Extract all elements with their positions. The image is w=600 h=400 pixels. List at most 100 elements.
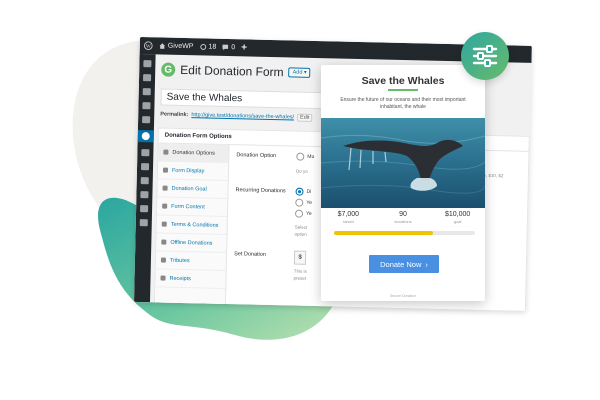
- tribute-icon: [160, 257, 167, 263]
- stat-label: raised: [342, 219, 354, 224]
- menu-item-icon[interactable]: [142, 102, 151, 110]
- updates-link[interactable]: 18: [199, 43, 217, 51]
- plus-icon: +: [241, 42, 248, 54]
- site-name-link[interactable]: GiveWP: [159, 42, 194, 50]
- stat-donations: 90 donations: [378, 211, 428, 224]
- tab-label: Donation Goal: [171, 185, 207, 193]
- menu-item-give-icon[interactable]: [137, 129, 154, 143]
- tab-label: Offline Donations: [170, 239, 213, 247]
- options-tabs: Donation Options Form Display Donation G…: [154, 143, 230, 308]
- settings-sliders-icon: [461, 32, 509, 80]
- recurring-radio[interactable]: Ye: [295, 198, 313, 207]
- tab-label: Terms & Conditions: [170, 221, 219, 229]
- menu-item-icon[interactable]: [139, 219, 148, 227]
- display-icon: [162, 167, 169, 173]
- tab-donation-goal[interactable]: Donation Goal: [157, 179, 228, 200]
- comments-icon: [222, 44, 229, 51]
- option-label: Di: [306, 188, 312, 195]
- updates-count: 18: [208, 43, 217, 51]
- recurring-radio[interactable]: Di: [295, 187, 312, 196]
- receipt-icon: [160, 275, 166, 281]
- checkbox-icon: [161, 221, 167, 227]
- wallet-icon: [161, 239, 167, 245]
- title-underline: [388, 89, 418, 91]
- menu-item-icon[interactable]: [141, 149, 150, 157]
- page-header: G Edit Donation Form Add ▾: [161, 62, 311, 79]
- menu-item-icon[interactable]: [143, 74, 152, 82]
- field-hint: preset: [293, 275, 307, 281]
- donation-form-card: Save the Whales Ensure the future of our…: [321, 65, 485, 301]
- tab-form-content[interactable]: Form Content: [156, 197, 228, 218]
- comments-link[interactable]: 0: [222, 44, 235, 51]
- permalink-label: Permalink:: [160, 111, 189, 119]
- donation-stats: $7,000 raised 90 donations $10,000 goal: [321, 211, 485, 224]
- progress-fill: [334, 231, 433, 235]
- permalink-url[interactable]: http://give.test/donations/save-the-whal…: [191, 112, 294, 120]
- field-hint: option: [294, 231, 307, 237]
- recurring-radio[interactable]: Ye: [294, 209, 312, 218]
- stat-value: 90: [399, 211, 407, 218]
- add-new-button[interactable]: Add ▾: [288, 67, 311, 78]
- tab-label: Form Content: [171, 203, 205, 211]
- currency-symbol: $: [293, 250, 307, 265]
- whale-tail-image: [321, 118, 485, 208]
- wordpress-icon[interactable]: W: [143, 41, 153, 51]
- donation-option-label: Donation Option: [236, 152, 277, 160]
- tab-tributes[interactable]: Tributes: [155, 251, 227, 272]
- option-label: Ye: [306, 199, 313, 206]
- donate-now-button[interactable]: Donate Now ›: [369, 255, 439, 273]
- menu-item-icon[interactable]: [140, 177, 149, 185]
- chevron-right-icon: ›: [425, 259, 428, 269]
- content-icon: [162, 203, 168, 209]
- menu-item-icon[interactable]: [142, 88, 151, 96]
- donation-option-radio[interactable]: Mu: [296, 152, 315, 161]
- menu-item-icon[interactable]: [140, 163, 150, 171]
- radio-icon: [294, 209, 304, 218]
- stat-goal: $10,000 goal: [433, 211, 483, 224]
- secure-donation-note: Secure Donation: [389, 294, 417, 298]
- menu-item-icon[interactable]: [140, 191, 149, 199]
- comments-count: 0: [231, 44, 236, 52]
- permalink-row: Permalink: http://give.test/donations/sa…: [160, 110, 313, 122]
- stat-value: $7,000: [337, 211, 360, 218]
- permalink-edit-button[interactable]: Edit: [296, 113, 313, 122]
- tab-label: Tributes: [169, 257, 190, 264]
- heart-icon: [163, 149, 169, 155]
- give-logo-icon: G: [161, 62, 176, 77]
- field-hint: Select: [294, 224, 308, 230]
- page-title: Edit Donation Form: [180, 62, 284, 80]
- recurring-donations-label: Recurring Donations: [235, 187, 286, 195]
- radio-icon: [296, 152, 305, 161]
- stat-label: goal: [453, 219, 462, 224]
- tab-label: Receipts: [169, 275, 192, 282]
- field-hint: Do yo: [295, 168, 308, 174]
- set-donation-label: Set Donation: [234, 251, 266, 258]
- tab-terms-conditions[interactable]: Terms & Conditions: [156, 215, 227, 236]
- tab-form-display[interactable]: Form Display: [157, 161, 229, 182]
- stat-raised: $7,000 raised: [323, 211, 373, 224]
- radio-icon: [295, 187, 304, 196]
- stat-label: donations: [394, 219, 412, 224]
- home-icon: [159, 43, 166, 49]
- menu-item-icon[interactable]: [142, 116, 151, 124]
- new-content-link[interactable]: +: [241, 42, 247, 53]
- goal-icon: [162, 185, 168, 191]
- field-hint: This is: [293, 268, 307, 274]
- tab-donation-options[interactable]: Donation Options: [158, 143, 229, 164]
- donate-label: Donate Now: [380, 259, 422, 269]
- radio-icon: [295, 198, 304, 207]
- menu-item-icon[interactable]: [143, 60, 152, 68]
- card-description: Ensure the future of our oceans and thei…: [340, 97, 466, 110]
- goal-progress-bar: [334, 231, 475, 235]
- tab-offline-donations[interactable]: Offline Donations: [156, 233, 227, 254]
- site-name: GiveWP: [167, 42, 194, 51]
- tab-label: Form Display: [171, 167, 205, 174]
- stat-value: $10,000: [444, 211, 471, 218]
- tab-receipts[interactable]: Receipts: [155, 269, 226, 290]
- tab-label: Donation Options: [172, 149, 215, 157]
- menu-item-icon[interactable]: [140, 205, 149, 213]
- option-label: Ye: [305, 210, 312, 217]
- add-new-label: Add: [292, 69, 303, 76]
- option-label: Mu: [307, 153, 315, 160]
- updates-icon: [200, 43, 206, 50]
